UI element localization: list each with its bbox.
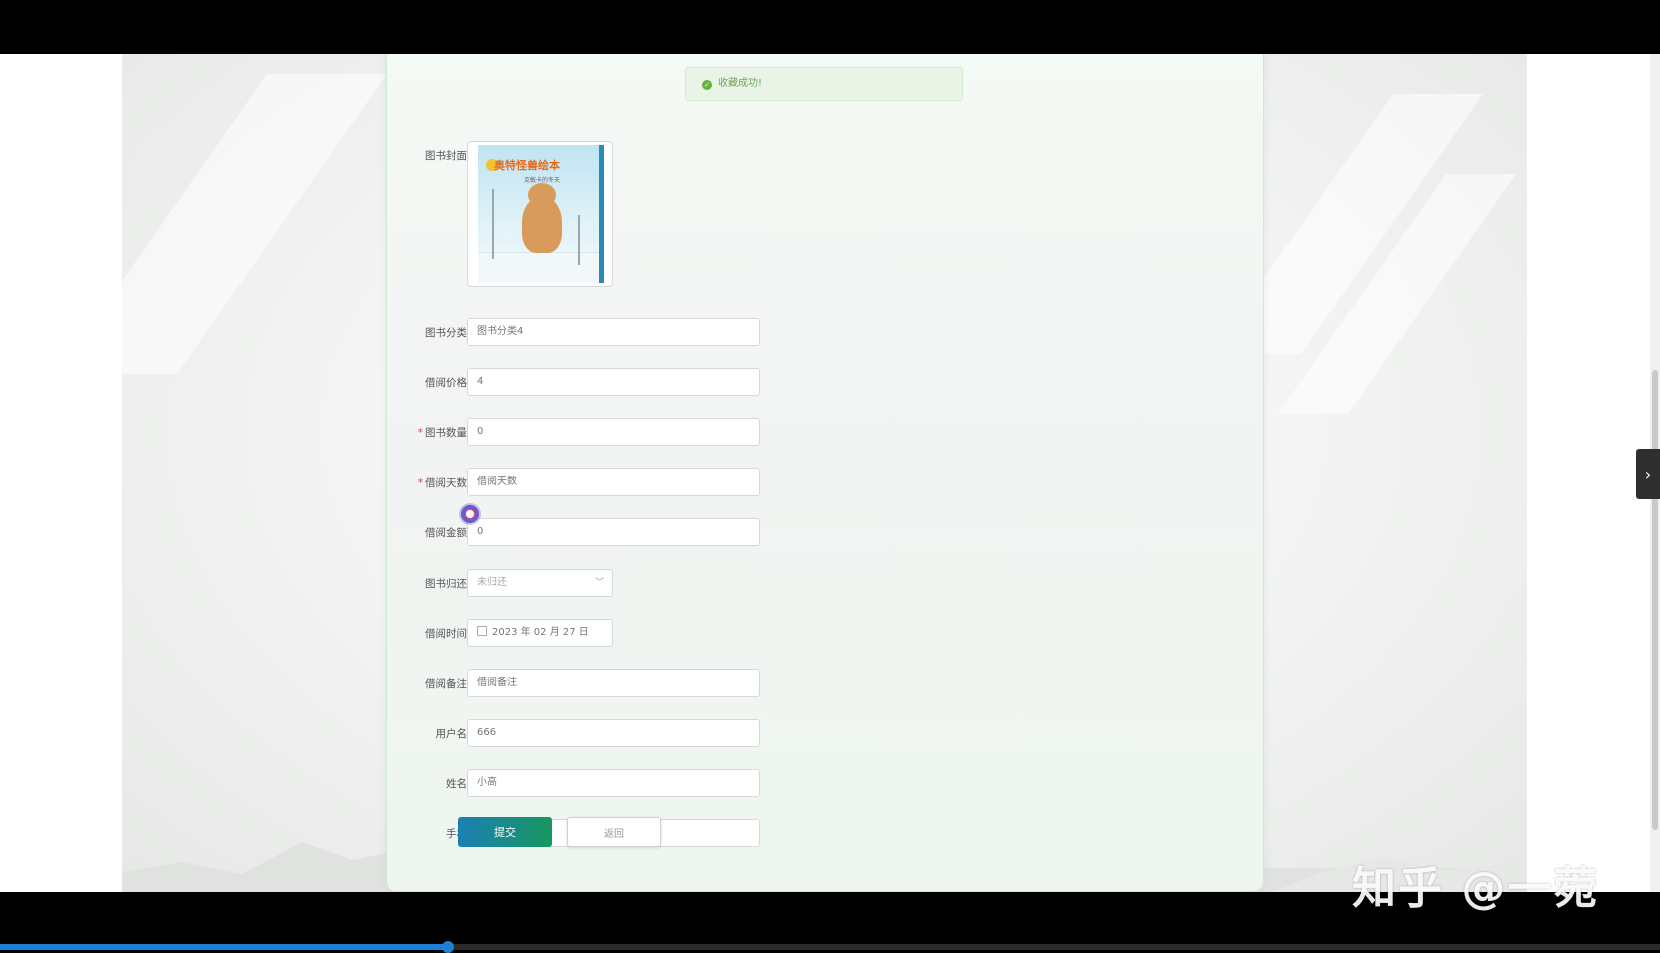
category-label: 图书分类	[425, 327, 467, 339]
side-panel-toggle-icon[interactable]: ›	[1636, 449, 1660, 499]
returned-select[interactable]: 未归还 ﹀	[467, 569, 613, 597]
borrow-time-picker[interactable]: 2023 年 02 月 27 日	[467, 619, 613, 647]
price-label: 借阅价格	[425, 377, 467, 389]
remark-input[interactable]	[467, 669, 760, 697]
cover-label: 图书封面	[425, 150, 467, 162]
required-mark: *	[417, 477, 423, 489]
borrow-time-label: 借阅时间	[425, 628, 467, 640]
cover-row: 图书封面 奥特怪兽绘本 克敏卡的冬天	[387, 141, 1263, 289]
borrow-time-value: 2023 年 02 月 27 日	[492, 627, 589, 638]
amount-field[interactable]: 0	[467, 518, 760, 546]
cover-image-box[interactable]: 奥特怪兽绘本 克敏卡的冬天	[467, 141, 613, 287]
name-field[interactable]: 小高	[467, 769, 760, 797]
amount-label: 借阅金额	[425, 527, 467, 539]
video-progress-bar[interactable]	[0, 941, 1660, 953]
watermark-text: 知乎 @一菀	[1352, 863, 1600, 914]
scrollbar-thumb[interactable]	[1652, 370, 1658, 830]
returned-row: 图书归还 未归还 ﹀	[387, 569, 1263, 599]
price-row: 借阅价格 4	[387, 368, 1263, 398]
name-label: 姓名	[446, 778, 467, 790]
borrow-time-row: 借阅时间 2023 年 02 月 27 日	[387, 619, 1263, 649]
video-top-bar	[0, 0, 1660, 54]
days-input-box[interactable]	[477, 476, 750, 487]
username-row: 用户名 666	[387, 719, 1263, 749]
days-input[interactable]	[467, 468, 760, 496]
quantity-label: * 图书数量	[417, 427, 467, 439]
browser-viewport: 图书封面 奥特怪兽绘本 克敏卡的冬天 图书分类 图书分类4 借阅价格 4 * 图…	[0, 54, 1660, 892]
category-field[interactable]: 图书分类4	[467, 318, 760, 346]
remark-input-box[interactable]	[477, 677, 750, 688]
days-label: * 借阅天数	[417, 477, 467, 489]
category-row: 图书分类 图书分类4	[387, 318, 1263, 348]
returned-label: 图书归还	[425, 578, 467, 590]
amount-row: 借阅金额 0	[387, 518, 1263, 548]
price-field[interactable]: 4	[467, 368, 760, 396]
toast-message: 收藏成功!	[718, 78, 763, 89]
remark-row: 借阅备注	[387, 669, 1263, 699]
name-row: 姓名 小高	[387, 769, 1263, 799]
submit-button[interactable]: 提交	[458, 817, 552, 847]
username-label: 用户名	[435, 728, 468, 740]
bear-illustration	[522, 197, 562, 253]
back-button[interactable]: 返回	[567, 817, 661, 847]
book-cover-title: 奥特怪兽绘本	[494, 159, 560, 172]
video-progress-fill	[0, 944, 449, 950]
username-field[interactable]: 666	[467, 719, 760, 747]
required-mark: *	[417, 427, 423, 439]
check-circle-icon: ✓	[702, 80, 712, 90]
returned-select-value: 未归还	[477, 577, 507, 588]
quantity-field[interactable]: 0	[467, 418, 760, 446]
calendar-icon	[477, 626, 487, 636]
cursor-not-allowed-icon	[461, 505, 479, 523]
book-cover-image: 奥特怪兽绘本 克敏卡的冬天	[478, 145, 604, 283]
quantity-row: * 图书数量 0	[387, 418, 1263, 448]
remark-label: 借阅备注	[425, 678, 467, 690]
video-progress-handle[interactable]	[442, 941, 455, 953]
success-toast: ✓ 收藏成功!	[685, 67, 963, 101]
days-row: * 借阅天数	[387, 468, 1263, 498]
chevron-down-icon: ﹀	[594, 578, 604, 588]
borrow-form-card: 图书封面 奥特怪兽绘本 克敏卡的冬天 图书分类 图书分类4 借阅价格 4 * 图…	[386, 54, 1264, 892]
